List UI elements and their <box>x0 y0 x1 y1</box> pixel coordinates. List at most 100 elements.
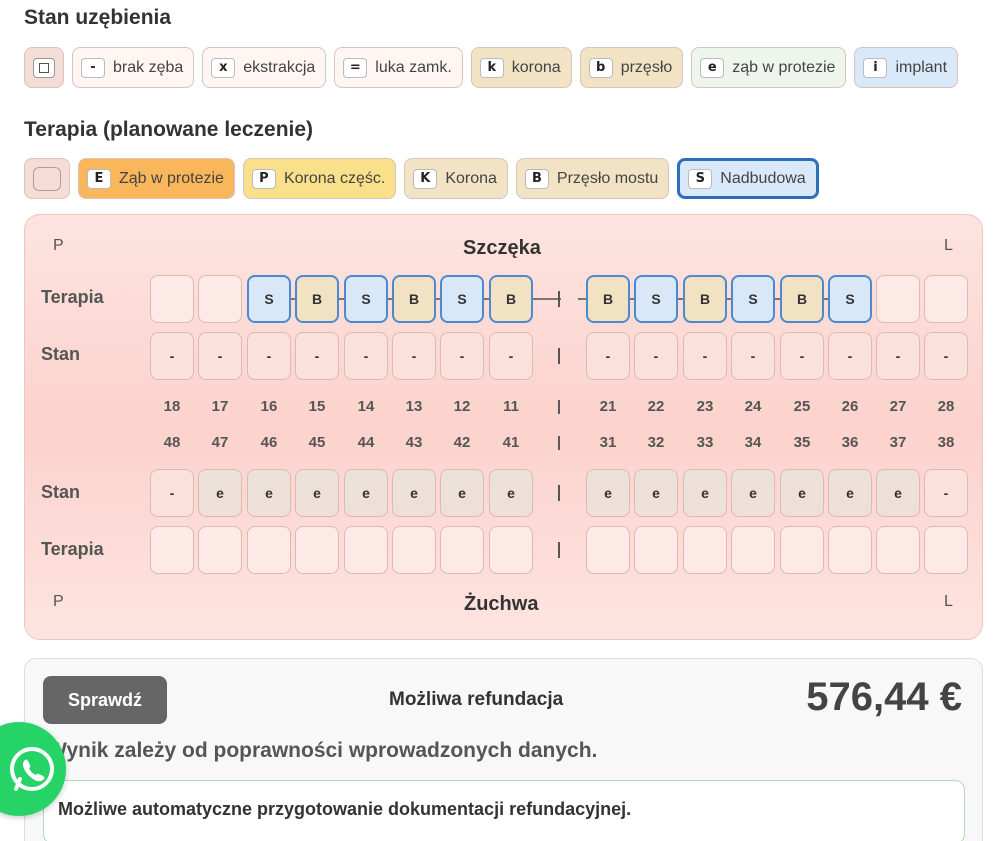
lower-terapia-cell-32[interactable] <box>634 526 678 574</box>
lower-stan-cell-37[interactable]: e <box>876 469 920 517</box>
upper-stan-cell-18[interactable]: - <box>150 332 194 380</box>
lower-terapia-cell-36[interactable] <box>828 526 872 574</box>
upper-stan-cell-26[interactable]: - <box>828 332 872 380</box>
documentation-box: Możliwe automatyczne przygotowanie dokum… <box>43 780 965 841</box>
midline-separator: | <box>556 434 562 451</box>
lower-terapia-cell-44[interactable] <box>344 526 388 574</box>
terapia-legend-korona-button[interactable]: K Korona <box>404 158 508 199</box>
upper-stan-cell-28[interactable]: - <box>924 332 968 380</box>
upper-terapia-cell-23[interactable]: B <box>683 275 727 323</box>
upper-stan-cell-17[interactable]: - <box>198 332 242 380</box>
lower-stan-cell-36[interactable]: e <box>828 469 872 517</box>
lower-stan-cell-38[interactable]: - <box>924 469 968 517</box>
lower-stan-cell-35[interactable]: e <box>780 469 824 517</box>
upper-stan-cell-16[interactable]: - <box>247 332 291 380</box>
lower-stan-cell-43[interactable]: e <box>392 469 436 517</box>
lower-stan-cell-45[interactable]: e <box>295 469 339 517</box>
upper-stan-cell-22[interactable]: - <box>634 332 678 380</box>
upper-stan-label: Stan <box>41 344 81 364</box>
lower-terapia-cell-45[interactable] <box>295 526 339 574</box>
stan-legend-luka-zamk--button[interactable]: = luka zamk. <box>334 47 463 88</box>
lower-tooth-number: 31 <box>599 434 617 451</box>
terapia-legend-ząb-w-protezie-button[interactable]: E Ząb w protezie <box>78 158 235 199</box>
lower-stan-cell-46[interactable]: e <box>247 469 291 517</box>
lower-terapia-cell-34[interactable] <box>731 526 775 574</box>
lower-tooth-number: 32 <box>647 434 665 451</box>
upper-terapia-cell-21[interactable]: B <box>586 275 630 323</box>
lower-stan-cell-48[interactable]: - <box>150 469 194 517</box>
stan-legend-korona-button[interactable]: k korona <box>470 47 572 88</box>
upper-stan-cell-21[interactable]: - <box>586 332 630 380</box>
lower-tooth-number: 46 <box>260 434 278 451</box>
stan-legend-implant-button[interactable]: i implant <box>854 47 959 88</box>
legend-key: e <box>700 57 725 78</box>
lower-stan-cell-42[interactable]: e <box>440 469 484 517</box>
upper-stan-cell-11[interactable]: - <box>489 332 533 380</box>
upper-terapia-cell-22[interactable]: S <box>634 275 678 323</box>
legend-label: Ząb w protezie <box>119 169 224 187</box>
stan-legend-ząb-w-protezie-button[interactable]: e ząb w protezie <box>691 47 847 88</box>
lower-terapia-cell-46[interactable] <box>247 526 291 574</box>
upper-tooth-number: 27 <box>889 398 907 415</box>
upper-stan-cell-14[interactable]: - <box>344 332 388 380</box>
lower-stan-cell-33[interactable]: e <box>683 469 727 517</box>
lower-terapia-cell-48[interactable] <box>150 526 194 574</box>
upper-stan-cell-13[interactable]: - <box>392 332 436 380</box>
upper-stan-cell-25[interactable]: - <box>780 332 824 380</box>
upper-terapia-cell-16[interactable]: S <box>247 275 291 323</box>
upper-terapia-cell-24[interactable]: S <box>731 275 775 323</box>
check-button[interactable]: Sprawdź <box>43 676 167 724</box>
lower-terapia-cell-47[interactable] <box>198 526 242 574</box>
terapia-legend-nadbudowa-button[interactable]: S Nadbudowa <box>677 158 819 199</box>
lower-terapia-cell-38[interactable] <box>924 526 968 574</box>
upper-terapia-cell-27[interactable] <box>876 275 920 323</box>
upper-terapia-cell-28[interactable] <box>924 275 968 323</box>
stan-legend-przęsło-button[interactable]: b przęsło <box>579 47 684 88</box>
upper-terapia-cell-13[interactable]: B <box>392 275 436 323</box>
midline-separator <box>558 348 560 364</box>
upper-stan-cell-15[interactable]: - <box>295 332 339 380</box>
upper-stan-cell-12[interactable]: - <box>440 332 484 380</box>
legend-key: S <box>688 168 713 189</box>
lower-terapia-cell-43[interactable] <box>392 526 436 574</box>
stan-legend-brak-zęba-button[interactable]: - brak zęba <box>72 47 195 88</box>
upper-terapia-cell-14[interactable]: S <box>344 275 388 323</box>
upper-terapia-cell-18[interactable] <box>150 275 194 323</box>
midline-separator <box>558 291 560 307</box>
upper-stan-cell-23[interactable]: - <box>683 332 727 380</box>
legend-key: i <box>863 57 888 78</box>
lower-jaw-title: Żuchwa <box>464 593 539 615</box>
upper-tooth-number: 12 <box>453 398 471 415</box>
lower-terapia-cell-31[interactable] <box>586 526 630 574</box>
terapia-legend-empty-button[interactable] <box>24 158 70 199</box>
lower-tooth-number: 42 <box>453 434 471 451</box>
result-panel: Sprawdź Możliwa refundacja 576,44 € Wyni… <box>24 658 983 841</box>
lower-stan-cell-47[interactable]: e <box>198 469 242 517</box>
lower-stan-cell-31[interactable]: e <box>586 469 630 517</box>
upper-terapia-cell-25[interactable]: B <box>780 275 824 323</box>
legend-label: ekstrakcja <box>243 58 316 76</box>
stan-legend-empty-button[interactable] <box>24 47 64 88</box>
documentation-text: Możliwe automatyczne przygotowanie dokum… <box>58 799 632 819</box>
upper-terapia-cell-12[interactable]: S <box>440 275 484 323</box>
lower-stan-cell-44[interactable]: e <box>344 469 388 517</box>
lower-terapia-cell-42[interactable] <box>440 526 484 574</box>
terapia-legend-przęsło-mostu-button[interactable]: B Przęsło mostu <box>515 158 670 199</box>
lower-terapia-cell-33[interactable] <box>683 526 727 574</box>
upper-terapia-cell-26[interactable]: S <box>828 275 872 323</box>
upper-terapia-cell-17[interactable] <box>198 275 242 323</box>
terapia-legend-korona-częśc--button[interactable]: P Korona częśc. <box>242 158 397 199</box>
lower-tooth-number: 36 <box>841 434 859 451</box>
upper-terapia-cell-15[interactable]: B <box>295 275 339 323</box>
lower-terapia-cell-41[interactable] <box>489 526 533 574</box>
upper-left-side-label: P <box>53 237 64 254</box>
lower-stan-cell-34[interactable]: e <box>731 469 775 517</box>
lower-terapia-cell-35[interactable] <box>780 526 824 574</box>
upper-terapia-cell-11[interactable]: B <box>489 275 533 323</box>
lower-stan-cell-32[interactable]: e <box>634 469 678 517</box>
lower-terapia-cell-37[interactable] <box>876 526 920 574</box>
upper-stan-cell-27[interactable]: - <box>876 332 920 380</box>
lower-stan-cell-41[interactable]: e <box>489 469 533 517</box>
stan-legend-ekstrakcja-button[interactable]: x ekstrakcja <box>202 47 327 88</box>
upper-stan-cell-24[interactable]: - <box>731 332 775 380</box>
